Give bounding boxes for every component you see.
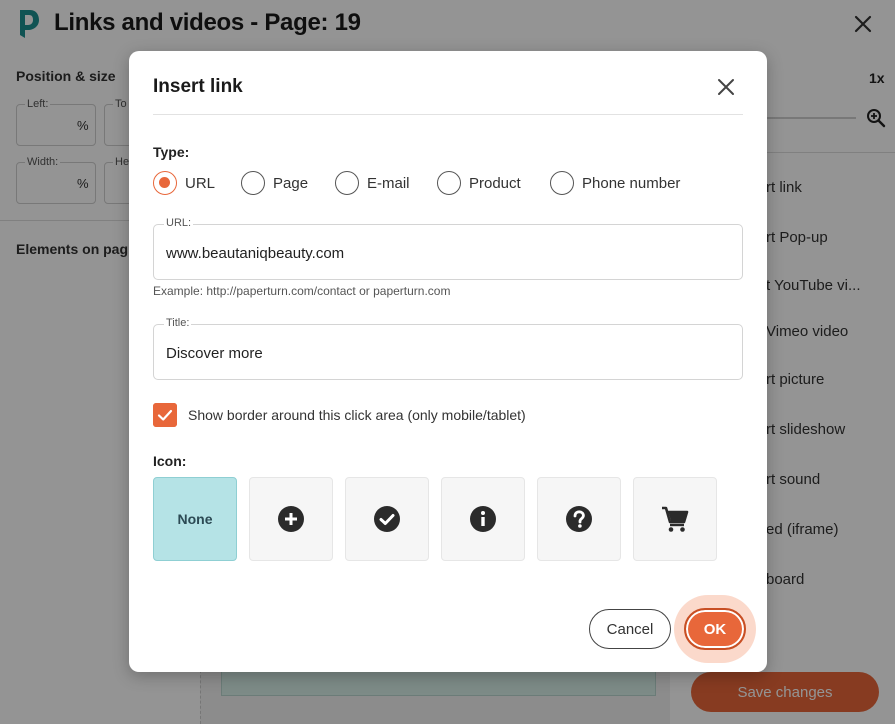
icon-option-question[interactable] <box>537 477 621 561</box>
icon-option-cart[interactable] <box>633 477 717 561</box>
title-input-label: Title: <box>164 317 192 329</box>
border-checkbox[interactable] <box>153 403 177 427</box>
info-circle-icon <box>470 506 496 532</box>
ok-button[interactable]: OK <box>684 608 746 650</box>
divider <box>153 114 743 115</box>
plus-circle-icon <box>278 506 304 532</box>
type-radio-phone[interactable]: Phone number <box>550 170 680 196</box>
icon-option-check[interactable] <box>345 477 429 561</box>
radio-label: Product <box>469 174 521 192</box>
question-circle-icon <box>566 506 592 532</box>
type-radio-page[interactable]: Page <box>241 170 308 196</box>
icon-option-plus[interactable] <box>249 477 333 561</box>
dialog-title: Insert link <box>153 76 243 97</box>
radio-label: Phone number <box>582 174 681 192</box>
icon-option-info[interactable] <box>441 477 525 561</box>
check-circle-icon <box>374 506 400 532</box>
icon-option-none[interactable]: None <box>153 477 237 561</box>
url-help-text: Example: http://paperturn.com/contact or… <box>153 284 451 298</box>
type-radio-url[interactable]: URL <box>153 170 215 196</box>
radio-label: URL <box>185 174 216 192</box>
cart-icon <box>662 506 689 532</box>
icon-option-none-label: None <box>177 511 213 527</box>
insert-link-dialog: Insert link Type: URL Page E-mail Produc… <box>129 51 767 672</box>
cancel-button[interactable]: Cancel <box>589 609 671 649</box>
radio-unchecked-icon[interactable] <box>335 171 359 195</box>
radio-unchecked-icon[interactable] <box>437 171 461 195</box>
close-icon[interactable] <box>717 78 735 96</box>
radio-label: Page <box>273 174 309 192</box>
type-radio-product[interactable]: Product <box>437 170 521 196</box>
title-input[interactable]: Title: Discover more <box>153 317 743 380</box>
radio-label: E-mail <box>367 174 410 192</box>
border-checkbox-label: Show border around this click area (only… <box>188 407 526 423</box>
url-input-value[interactable]: www.beautaniqbeauty.com <box>166 245 344 262</box>
type-radio-email[interactable]: E-mail <box>335 170 410 196</box>
radio-unchecked-icon[interactable] <box>241 171 265 195</box>
title-input-value[interactable]: Discover more <box>166 345 263 362</box>
icon-label: Icon: <box>153 453 187 469</box>
url-input-label: URL: <box>164 217 194 229</box>
radio-checked-icon[interactable] <box>153 171 177 195</box>
type-label: Type: <box>153 144 190 160</box>
radio-unchecked-icon[interactable] <box>550 171 574 195</box>
url-input[interactable]: URL: www.beautaniqbeauty.com <box>153 217 743 280</box>
